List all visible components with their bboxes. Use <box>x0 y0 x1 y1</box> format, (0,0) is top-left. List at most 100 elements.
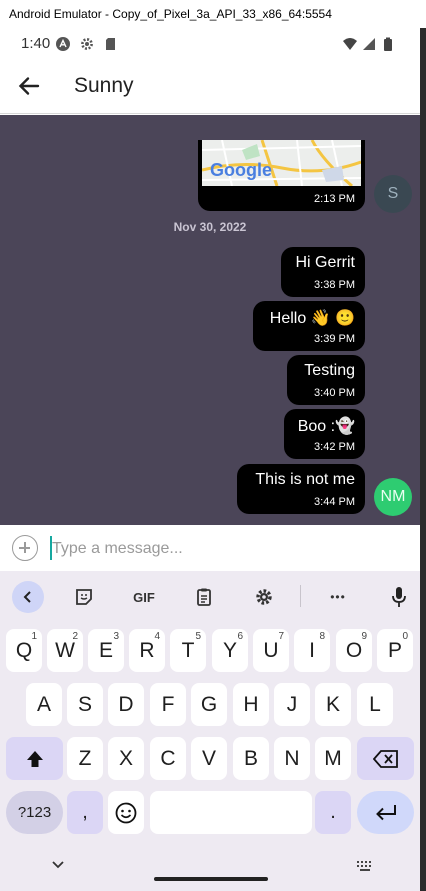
sticker-button[interactable] <box>68 581 100 613</box>
space-key[interactable] <box>150 791 312 834</box>
message-bubble[interactable]: Hello 👋 🙂 3:39 PM <box>253 301 365 351</box>
message-text: Hello 👋 🙂 <box>269 310 355 327</box>
message-bubble[interactable]: This is not me 3:44 PM <box>237 464 365 514</box>
my-avatar[interactable]: NM <box>374 478 412 516</box>
sd-card-icon <box>106 38 115 50</box>
more-label: ••• <box>330 590 346 604</box>
window-edge <box>420 28 426 891</box>
key-p[interactable]: P0 <box>377 629 413 672</box>
back-arrow-icon[interactable] <box>16 73 42 99</box>
message-time: 3:39 PM <box>314 333 355 345</box>
date-separator: Nov 30, 2022 <box>173 220 247 234</box>
emulator-title-bar: Android Emulator - Copy_of_Pixel_3a_API_… <box>0 0 426 28</box>
status-time: 1:40 <box>21 35 51 52</box>
key-v[interactable]: V <box>191 737 227 780</box>
composer-bar <box>0 525 420 571</box>
symbols-key[interactable]: ?123 <box>6 791 63 834</box>
gif-button[interactable]: GIF <box>127 581 161 613</box>
shift-key[interactable] <box>6 737 63 780</box>
period-key[interactable]: . <box>315 791 351 834</box>
emulator-title: Android Emulator - Copy_of_Pixel_3a_API_… <box>9 7 332 21</box>
message-time: 3:38 PM <box>314 279 355 291</box>
backspace-key[interactable] <box>357 737 414 780</box>
key-h[interactable]: H <box>233 683 269 726</box>
message-bubble[interactable]: Boo :👻 3:42 PM <box>284 409 365 459</box>
message-bubble[interactable]: Hi Gerrit 3:38 PM <box>281 247 365 297</box>
key-u[interactable]: U7 <box>253 629 289 672</box>
contact-avatar[interactable]: S <box>374 175 412 213</box>
message-time: 2:13 PM <box>314 193 355 205</box>
enter-arrow-icon <box>375 804 396 820</box>
microphone-icon <box>392 587 406 607</box>
map-message-bubble[interactable]: Google 2:13 PM <box>198 140 365 211</box>
map-google-logo: Google <box>210 160 272 180</box>
hide-keyboard-chevron-icon[interactable] <box>51 860 65 870</box>
gif-label: GIF <box>133 589 155 605</box>
gear-icon <box>256 589 272 605</box>
chat-title: Sunny <box>74 74 134 97</box>
key-o[interactable]: O9 <box>336 629 372 672</box>
my-avatar-initials: NM <box>380 488 406 505</box>
map-thumbnail[interactable]: Google <box>202 140 361 186</box>
key-b[interactable]: B <box>233 737 269 780</box>
key-a[interactable]: A <box>26 683 62 726</box>
settings-gear-icon <box>81 38 93 50</box>
notification-a-icon <box>56 37 70 51</box>
keyboard-toolbar: GIF ••• <box>0 571 420 621</box>
smiley-icon <box>115 802 137 823</box>
message-bubble[interactable]: Testing 3:40 PM <box>287 355 365 405</box>
message-time: 3:42 PM <box>314 441 355 453</box>
status-bar: 1:40 <box>0 28 420 60</box>
message-text: Testing <box>304 362 355 379</box>
shift-arrow-icon <box>26 750 43 767</box>
message-input[interactable] <box>52 537 402 561</box>
message-time: 3:40 PM <box>314 387 355 399</box>
contact-avatar-initial: S <box>387 185 399 202</box>
key-w[interactable]: W2 <box>47 629 83 672</box>
more-options-button[interactable]: ••• <box>322 581 354 613</box>
backspace-icon <box>372 749 398 768</box>
key-j[interactable]: J <box>274 683 310 726</box>
key-x[interactable]: X <box>108 737 144 780</box>
navigation-bar <box>0 848 420 891</box>
battery-icon <box>384 37 392 51</box>
key-y[interactable]: Y6 <box>212 629 248 672</box>
key-i[interactable]: I8 <box>294 629 330 672</box>
wifi-icon <box>343 38 357 50</box>
message-list[interactable]: Google 2:13 PM S Nov 30, 2022 Hi Gerrit … <box>0 115 420 525</box>
app-bar: Sunny <box>0 60 420 114</box>
toolbar-divider <box>300 585 301 607</box>
message-text: Hi Gerrit <box>295 254 355 271</box>
keyboard-collapse-button[interactable] <box>12 581 44 613</box>
home-gesture-pill[interactable] <box>154 877 268 881</box>
key-k[interactable]: K <box>315 683 351 726</box>
key-c[interactable]: C <box>150 737 186 780</box>
key-s[interactable]: S <box>67 683 103 726</box>
key-g[interactable]: G <box>191 683 227 726</box>
key-n[interactable]: N <box>274 737 310 780</box>
cell-signal-icon <box>363 38 375 50</box>
message-time: 3:44 PM <box>314 496 355 508</box>
key-m[interactable]: M <box>315 737 351 780</box>
message-text: This is not me <box>255 471 355 488</box>
key-d[interactable]: D <box>108 683 144 726</box>
attach-plus-icon[interactable] <box>12 535 38 561</box>
chevron-left-icon <box>23 591 31 603</box>
key-r[interactable]: R4 <box>129 629 165 672</box>
sticker-icon <box>76 589 92 605</box>
emoji-key[interactable] <box>108 791 144 834</box>
key-l[interactable]: L <box>357 683 393 726</box>
keyboard-settings-button[interactable] <box>248 581 280 613</box>
enter-key[interactable] <box>357 791 414 834</box>
key-f[interactable]: F <box>150 683 186 726</box>
key-z[interactable]: Z <box>67 737 103 780</box>
key-q[interactable]: Q1 <box>6 629 42 672</box>
soft-keyboard: GIF ••• Q1 W2 E3 R4 T5 Y6 U7 I8 O9 P0 A … <box>0 571 420 891</box>
clipboard-icon <box>197 588 211 606</box>
clipboard-button[interactable] <box>188 581 220 613</box>
key-t[interactable]: T5 <box>170 629 206 672</box>
key-e[interactable]: E3 <box>88 629 124 672</box>
comma-key[interactable]: , <box>67 791 103 834</box>
keyboard-switch-icon[interactable] <box>356 860 374 872</box>
voice-input-button[interactable] <box>383 581 415 613</box>
